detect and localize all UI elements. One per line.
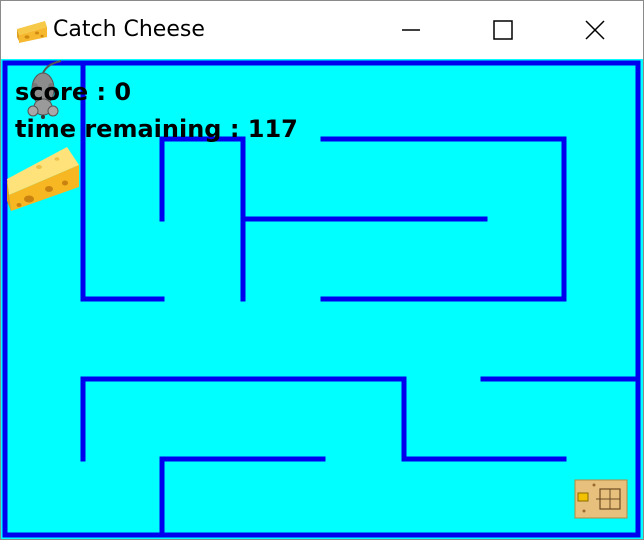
window-title: Catch Cheese <box>53 17 205 42</box>
cheese-icon <box>17 21 47 43</box>
title-bar[interactable]: Catch Cheese <box>1 1 643 59</box>
maximize-button[interactable] <box>457 1 549 59</box>
score-label: score : 0 <box>15 78 132 106</box>
game-board[interactable]: score : 0 time remaining : 117 <box>1 59 643 539</box>
minimize-icon <box>402 29 420 31</box>
close-button[interactable] <box>549 1 641 59</box>
time-remaining-label: time remaining : 117 <box>15 115 298 143</box>
cheese-icon <box>7 147 79 211</box>
minimize-button[interactable] <box>365 1 457 59</box>
game-window: Catch Cheese score: 0 time remaining: … <box>0 0 644 540</box>
maximize-icon <box>493 20 513 40</box>
treasure-map-icon[interactable] <box>574 479 628 519</box>
close-icon <box>585 20 605 40</box>
